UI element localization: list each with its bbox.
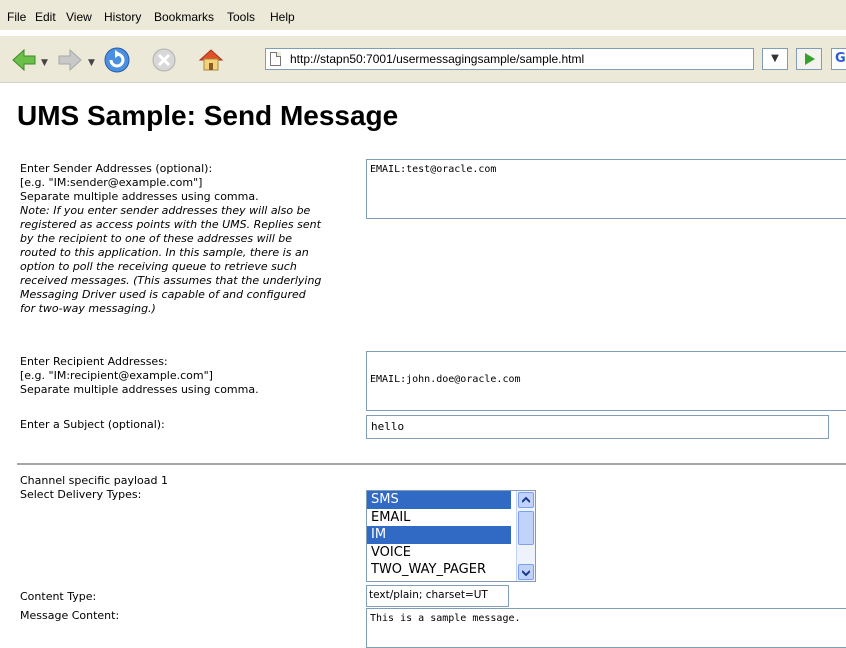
note-line: for two-way messaging.) [20,302,156,315]
menu-help[interactable]: Help [270,10,295,24]
address-dropdown-icon[interactable]: ▼ [762,48,788,70]
note-line: received messages. (This assumes that th… [20,274,322,287]
menu-view[interactable]: View [66,10,92,24]
search-icon[interactable]: G [831,48,846,70]
note-line: Note: If you enter sender addresses they… [20,204,311,217]
address-url[interactable]: http://stapn50:7001/usermessagingsample/… [290,52,584,66]
scroll-thumb[interactable] [518,511,534,545]
sender-label: Enter Sender Addresses (optional): [e.g.… [20,162,372,316]
note-line: registered as access points with the UMS… [20,218,321,231]
menu-bar: File Edit View History Bookmarks Tools H… [0,0,846,30]
forward-arrow-icon[interactable] [56,46,84,74]
chevron-up-icon [522,496,530,503]
go-icon[interactable] [796,48,822,70]
page-title: UMS Sample: Send Message [17,100,399,131]
delivery-types-select[interactable]: SMS EMAIL IM VOICE TWO_WAY_PAGER [366,490,536,582]
home-icon[interactable] [197,46,225,74]
subject-input[interactable]: hello [366,415,829,439]
delivery-option-sms[interactable]: SMS [367,491,511,509]
delivery-option-two-way-pager[interactable]: TWO_WAY_PAGER [367,561,511,579]
payload-heading: Channel specific payload 1 [20,474,168,487]
delivery-types-label: Select Delivery Types: [20,488,142,501]
menu-edit[interactable]: Edit [35,10,56,24]
content-type-label: Content Type: [20,590,97,603]
menu-file[interactable]: File [7,10,26,24]
message-content-input[interactable]: This is a sample message. [366,608,846,648]
recipient-example-line: [e.g. "IM:recipient@example.com"] [20,369,213,382]
stop-icon[interactable] [150,46,178,74]
scroll-up-button[interactable] [518,492,534,508]
recipient-label-line: Enter Recipient Addresses: [20,355,168,368]
delivery-option-voice[interactable]: VOICE [367,544,511,562]
sender-hint-line: Separate multiple addresses using comma. [20,190,259,203]
subject-label: Enter a Subject (optional): [20,418,165,431]
scroll-down-button[interactable] [518,564,534,580]
address-bar[interactable]: http://stapn50:7001/usermessagingsample/… [265,48,754,70]
back-arrow-icon[interactable] [10,46,38,74]
back-dropdown-icon[interactable]: ▼ [41,58,48,68]
menu-tools[interactable]: Tools [227,10,255,24]
sender-addresses-input[interactable]: EMAIL:test@oracle.com [366,159,846,219]
sender-note: Note: If you enter sender addresses they… [20,204,372,316]
section-divider [17,463,846,465]
chevron-down-icon [522,570,530,577]
recipient-addresses-input[interactable]: EMAIL:john.doe@oracle.com [366,351,846,411]
note-line: by the recipient to one of these address… [20,232,293,245]
delivery-scrollbar[interactable] [516,491,535,581]
menu-history[interactable]: History [104,10,141,24]
delivery-option-im[interactable]: IM [367,526,511,544]
navigation-toolbar: ▼ ▼ http://stapn50:7001/usermessagingsam… [0,36,846,83]
note-line: option to poll the receiving queue to re… [20,260,297,273]
recipient-label: Enter Recipient Addresses: [e.g. "IM:rec… [20,355,372,397]
content-type-input[interactable]: text/plain; charset=UT [366,585,509,607]
delivery-option-email[interactable]: EMAIL [367,509,511,527]
sender-example-line: [e.g. "IM:sender@example.com"] [20,176,203,189]
forward-dropdown-icon[interactable]: ▼ [88,58,95,68]
note-line: routed to this application. In this samp… [20,246,309,259]
reload-icon[interactable] [103,46,131,74]
menu-bookmarks[interactable]: Bookmarks [154,10,214,24]
page-icon [270,52,281,66]
sender-label-line: Enter Sender Addresses (optional): [20,162,213,175]
note-line: Messaging Driver used is capable of and … [20,288,306,301]
recipient-hint-line: Separate multiple addresses using comma. [20,383,259,396]
message-content-label: Message Content: [20,609,120,622]
